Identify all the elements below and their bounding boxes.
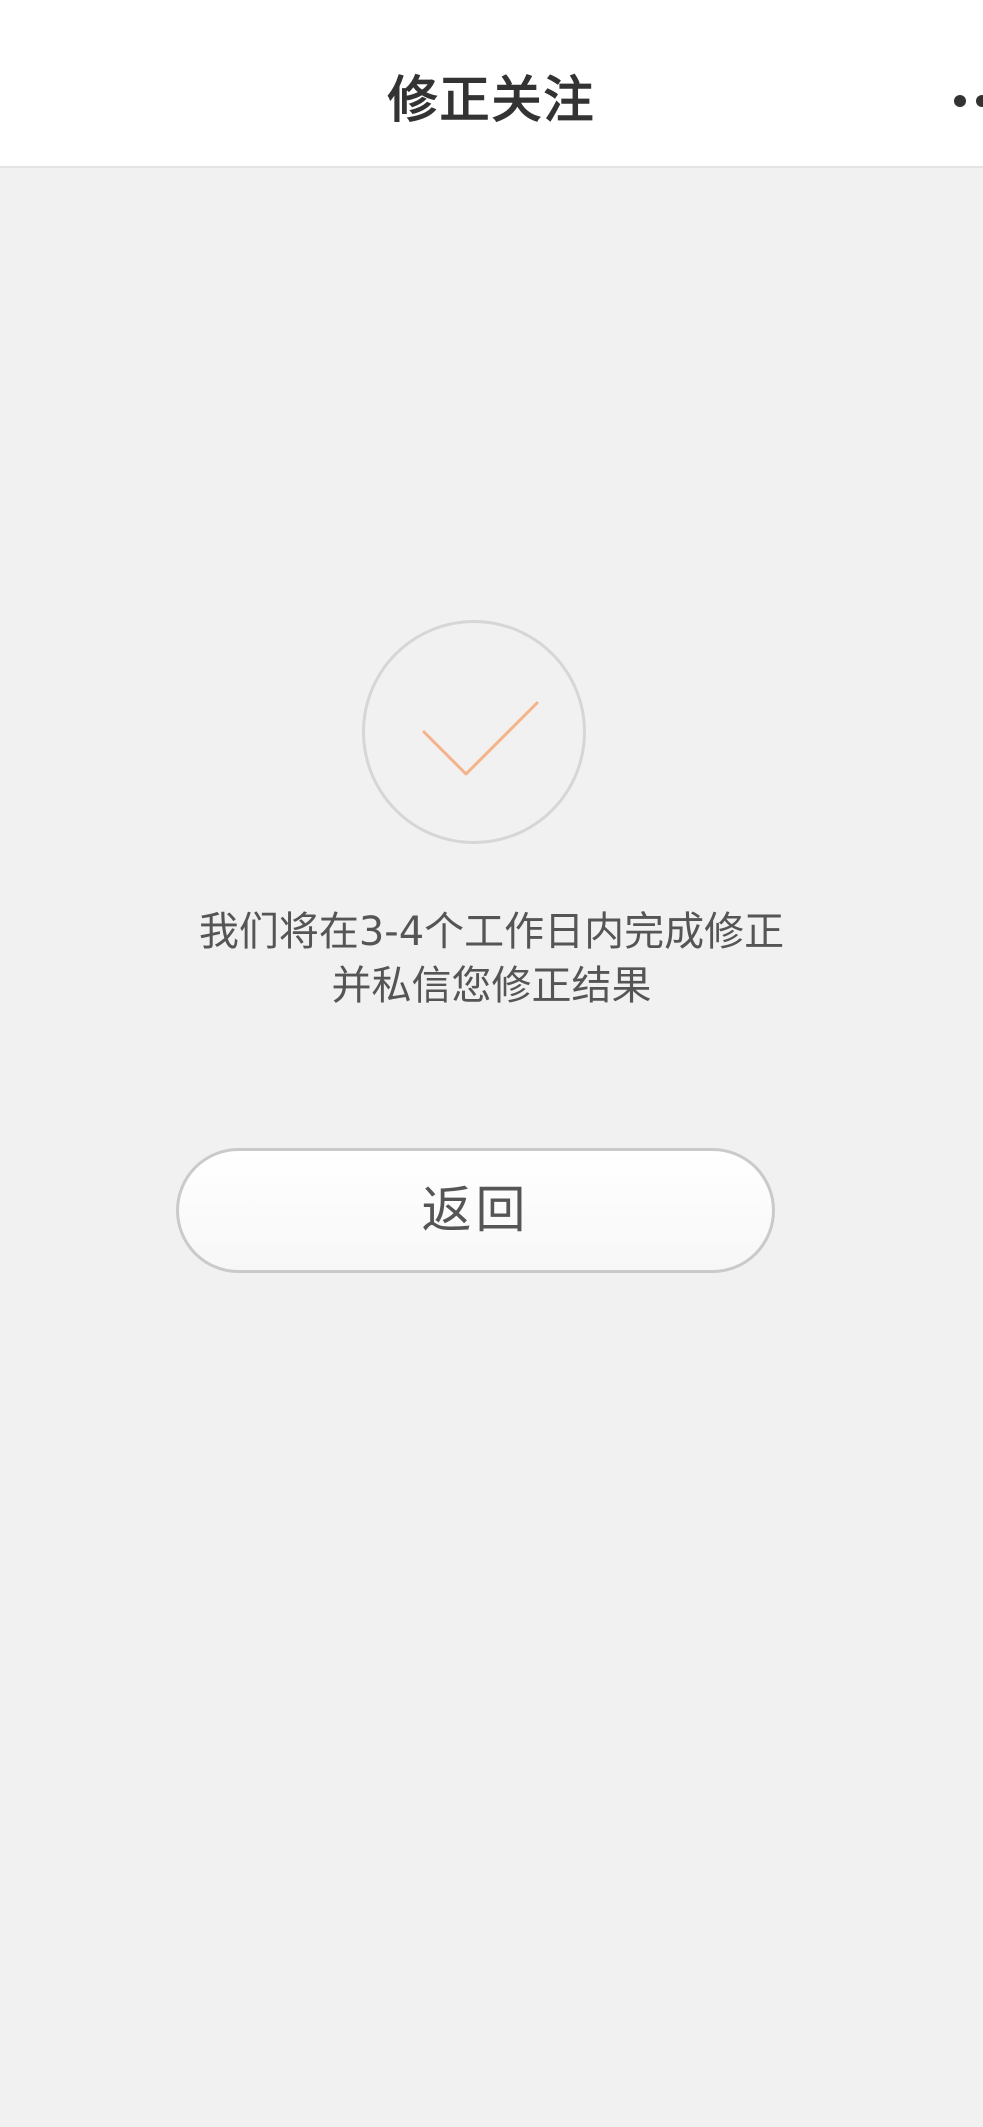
nav-bar: 修正关注	[0, 0, 983, 168]
success-icon-circle	[362, 620, 586, 844]
result-message-line-1: 我们将在3-4个工作日内完成修正	[198, 909, 785, 955]
more-dot	[976, 95, 983, 107]
page-title: 修正关注	[387, 71, 596, 129]
back-button[interactable]: 返回	[176, 1148, 775, 1273]
result-message-line-2: 并私信您修正结果	[331, 963, 652, 1009]
more-dots-icon	[954, 95, 966, 107]
checkmark-icon	[422, 701, 539, 776]
more-button[interactable]	[950, 86, 983, 116]
